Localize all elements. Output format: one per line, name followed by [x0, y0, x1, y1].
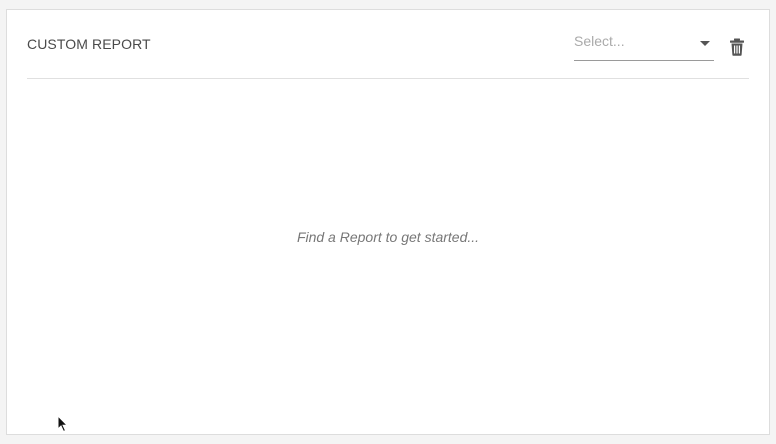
select-placeholder: Select...: [574, 33, 625, 49]
custom-report-card: CUSTOM REPORT Select... Find a Report to…: [6, 9, 770, 435]
mouse-cursor-icon: [57, 414, 69, 433]
empty-state-message: Find a Report to get started...: [296, 229, 480, 245]
card-title: CUSTOM REPORT: [27, 36, 151, 52]
trash-icon[interactable]: [729, 38, 745, 56]
caret-down-icon: [700, 41, 710, 46]
card-header: CUSTOM REPORT Select...: [27, 10, 749, 79]
report-select-dropdown[interactable]: Select...: [574, 30, 714, 61]
